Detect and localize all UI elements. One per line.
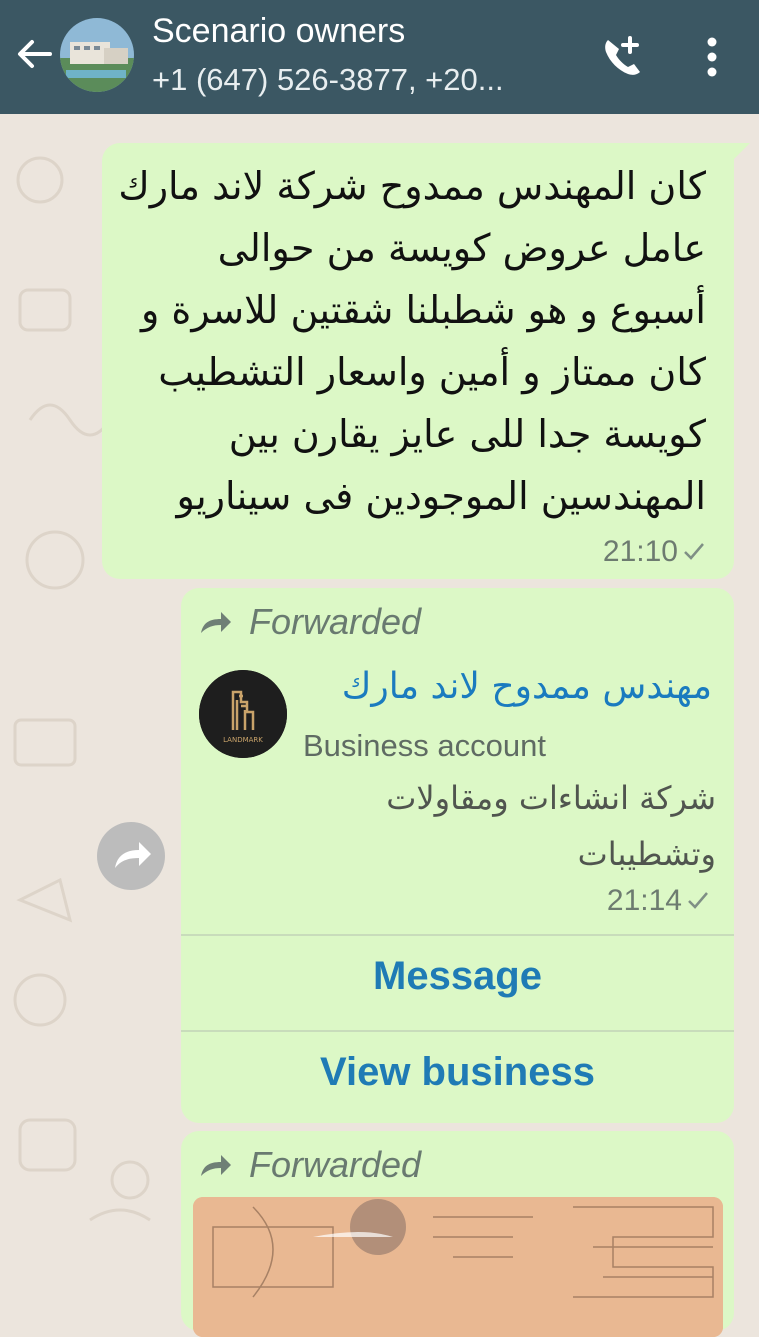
chat-header: Scenario owners +1 (647) 526-3877, +20..… [0, 0, 759, 114]
forwarded-arrow-icon [201, 612, 231, 633]
forward-button[interactable] [97, 822, 165, 890]
more-options-icon[interactable] [700, 36, 724, 78]
card-time: 21:14 [606, 884, 682, 917]
outgoing-message-bubble[interactable]: كان المهندس ممدوح شركة لاند مارك عامل عر… [102, 143, 734, 579]
add-call-icon[interactable] [600, 34, 646, 80]
forwarded-indicator: Forwarded [199, 1144, 422, 1185]
sent-tick-icon [684, 543, 704, 560]
bubble-tail [728, 143, 750, 165]
view-business-button[interactable]: View business [181, 1050, 734, 1095]
business-description: شركة انشاءات ومقاولات وتشطيبات [386, 779, 716, 873]
message-line: كويسة جدا للى عايز يقارن بين [228, 412, 706, 456]
business-logo[interactable]: LANDMARK [199, 670, 287, 758]
forwarded-label: Forwarded [249, 601, 422, 642]
message-line: كان المهندس ممدوح شركة لاند مارك [118, 164, 706, 208]
card-divider [181, 934, 734, 936]
share-arrow-icon [115, 842, 151, 868]
svg-text:LANDMARK: LANDMARK [223, 736, 263, 744]
message-line: المهندسين الموجودين فى سيناريو [176, 474, 706, 518]
back-arrow-icon[interactable] [14, 34, 54, 74]
chat-participants[interactable]: +1 (647) 526-3877, +20... [152, 62, 504, 98]
message-timestamp: 21:10 [603, 535, 706, 569]
message-text: كان المهندس ممدوح شركة لاند مارك عامل عر… [116, 155, 706, 527]
message-line: كان ممتاز و أمين واسعار التشطيب [158, 350, 706, 394]
sent-tick-icon [688, 892, 708, 909]
message-business-button[interactable]: Message [181, 954, 734, 999]
forwarded-contact-card[interactable]: Forwarded LANDMARK مهندس ممدوح لاند مارك… [181, 588, 734, 1123]
forwarded-image-message[interactable]: Forwarded [181, 1131, 734, 1337]
forwarded-indicator: Forwarded [199, 601, 422, 642]
card-divider [181, 1030, 734, 1032]
forwarded-arrow-icon [201, 1155, 231, 1176]
forwarded-label: Forwarded [249, 1144, 422, 1185]
group-avatar[interactable] [60, 18, 134, 92]
message-time: 21:10 [602, 535, 678, 568]
image-thumbnail[interactable] [193, 1197, 723, 1337]
business-name[interactable]: مهندس ممدوح لاند مارك [342, 666, 712, 707]
message-line: عامل عروض كويسة من حوالى [217, 226, 706, 270]
card-timestamp: 21:14 [607, 884, 710, 918]
chat-title[interactable]: Scenario owners [152, 12, 405, 51]
message-line: أسبوع و هو شطبلنا شقتين للاسرة و [140, 288, 706, 332]
business-account-label: Business account [303, 728, 546, 763]
